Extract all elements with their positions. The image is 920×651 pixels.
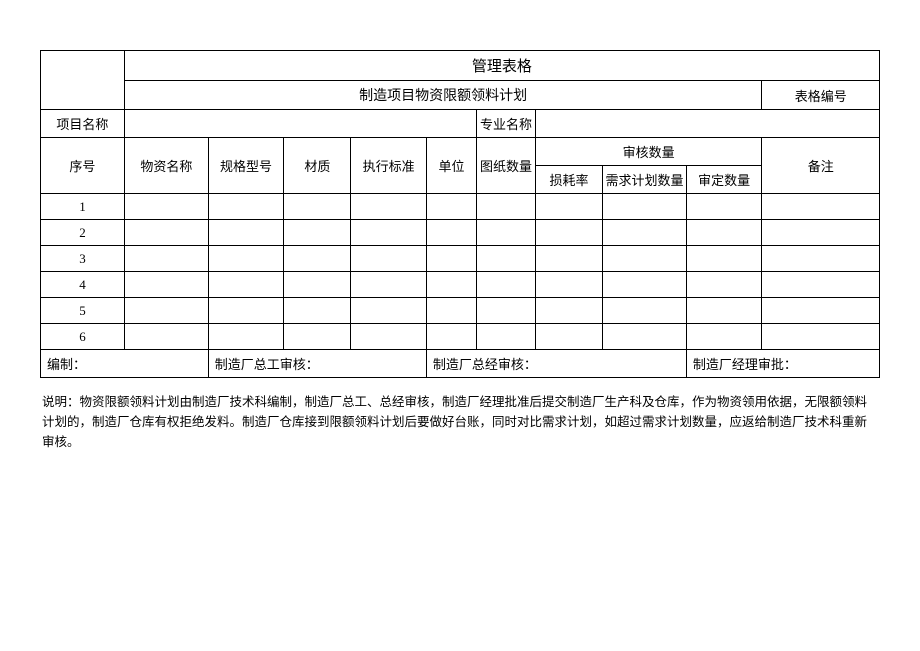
table-cell [535,324,602,350]
table-cell [124,272,208,298]
table-cell [208,246,284,272]
table-cell [603,246,687,272]
row-seq: 3 [41,246,125,272]
table-cell [284,194,351,220]
approval-chief: 制造厂总工审核： [208,350,426,378]
row-seq: 5 [41,298,125,324]
table-cell [124,246,208,272]
row-seq: 6 [41,324,125,350]
table-cell [426,298,476,324]
table-cell [477,220,536,246]
table-cell [686,272,762,298]
table-cell [477,298,536,324]
sub-title: 制造项目物资限额领料计划 [124,81,762,110]
table-cell [426,324,476,350]
table-cell [351,220,427,246]
table-cell [535,194,602,220]
table-cell [535,246,602,272]
table-cell [603,272,687,298]
project-name-value [124,110,476,138]
table-cell [208,324,284,350]
col-standard: 执行标准 [351,138,427,194]
approval-gm: 制造厂总经审核： [426,350,686,378]
table-cell [426,272,476,298]
table-cell [208,298,284,324]
row-seq: 4 [41,272,125,298]
form-number-label: 表格编号 [762,81,880,110]
table-cell [351,246,427,272]
table-cell [762,194,880,220]
table-cell [686,298,762,324]
col-seq: 序号 [41,138,125,194]
col-spec: 规格型号 [208,138,284,194]
table-cell [686,194,762,220]
note-text: 说明：物资限额领料计划由制造厂技术科编制，制造厂总工、总经审核，制造厂经理批准后… [40,386,880,452]
table-cell [762,272,880,298]
col-unit: 单位 [426,138,476,194]
table-cell [603,324,687,350]
table-cell [351,324,427,350]
table-cell [124,324,208,350]
col-loss-rate: 损耗率 [535,166,602,194]
col-audit-group: 审核数量 [535,138,762,166]
table-cell [284,298,351,324]
table-cell [477,272,536,298]
table-cell [762,246,880,272]
table-cell [124,298,208,324]
table-cell [284,324,351,350]
table-cell [477,246,536,272]
table-cell [351,272,427,298]
table-cell [762,298,880,324]
approval-manager: 制造厂经理审批： [686,350,879,378]
table-cell [535,272,602,298]
table-cell [426,194,476,220]
table-cell [208,272,284,298]
col-approved-qty: 审定数量 [686,166,762,194]
table-cell [686,220,762,246]
table-cell [124,194,208,220]
row-seq: 1 [41,194,125,220]
table-cell [426,220,476,246]
col-plan-qty: 需求计划数量 [603,166,687,194]
table-cell [284,246,351,272]
table-cell [284,220,351,246]
table-cell [686,324,762,350]
table-cell [686,246,762,272]
table-cell [762,220,880,246]
table-cell [477,194,536,220]
project-name-label: 项目名称 [41,110,125,138]
table-cell [426,246,476,272]
table-cell [603,194,687,220]
header-blank [41,51,125,110]
table-cell [535,220,602,246]
form-table: 管理表格 制造项目物资限额领料计划 表格编号 项目名称 专业名称 序号 物资名称… [40,50,880,378]
table-cell [477,324,536,350]
table-cell [535,298,602,324]
col-material-name: 物资名称 [124,138,208,194]
specialty-name-label: 专业名称 [477,110,536,138]
col-drawing-qty: 图纸数量 [477,138,536,194]
table-cell [208,194,284,220]
table-cell [603,220,687,246]
table-cell [603,298,687,324]
main-title: 管理表格 [124,51,879,81]
table-cell [124,220,208,246]
table-cell [351,298,427,324]
table-cell [762,324,880,350]
row-seq: 2 [41,220,125,246]
table-cell [351,194,427,220]
col-remark: 备注 [762,138,880,194]
approval-compiled: 编制： [41,350,209,378]
specialty-name-value [535,110,879,138]
table-cell [208,220,284,246]
table-cell [284,272,351,298]
col-material: 材质 [284,138,351,194]
